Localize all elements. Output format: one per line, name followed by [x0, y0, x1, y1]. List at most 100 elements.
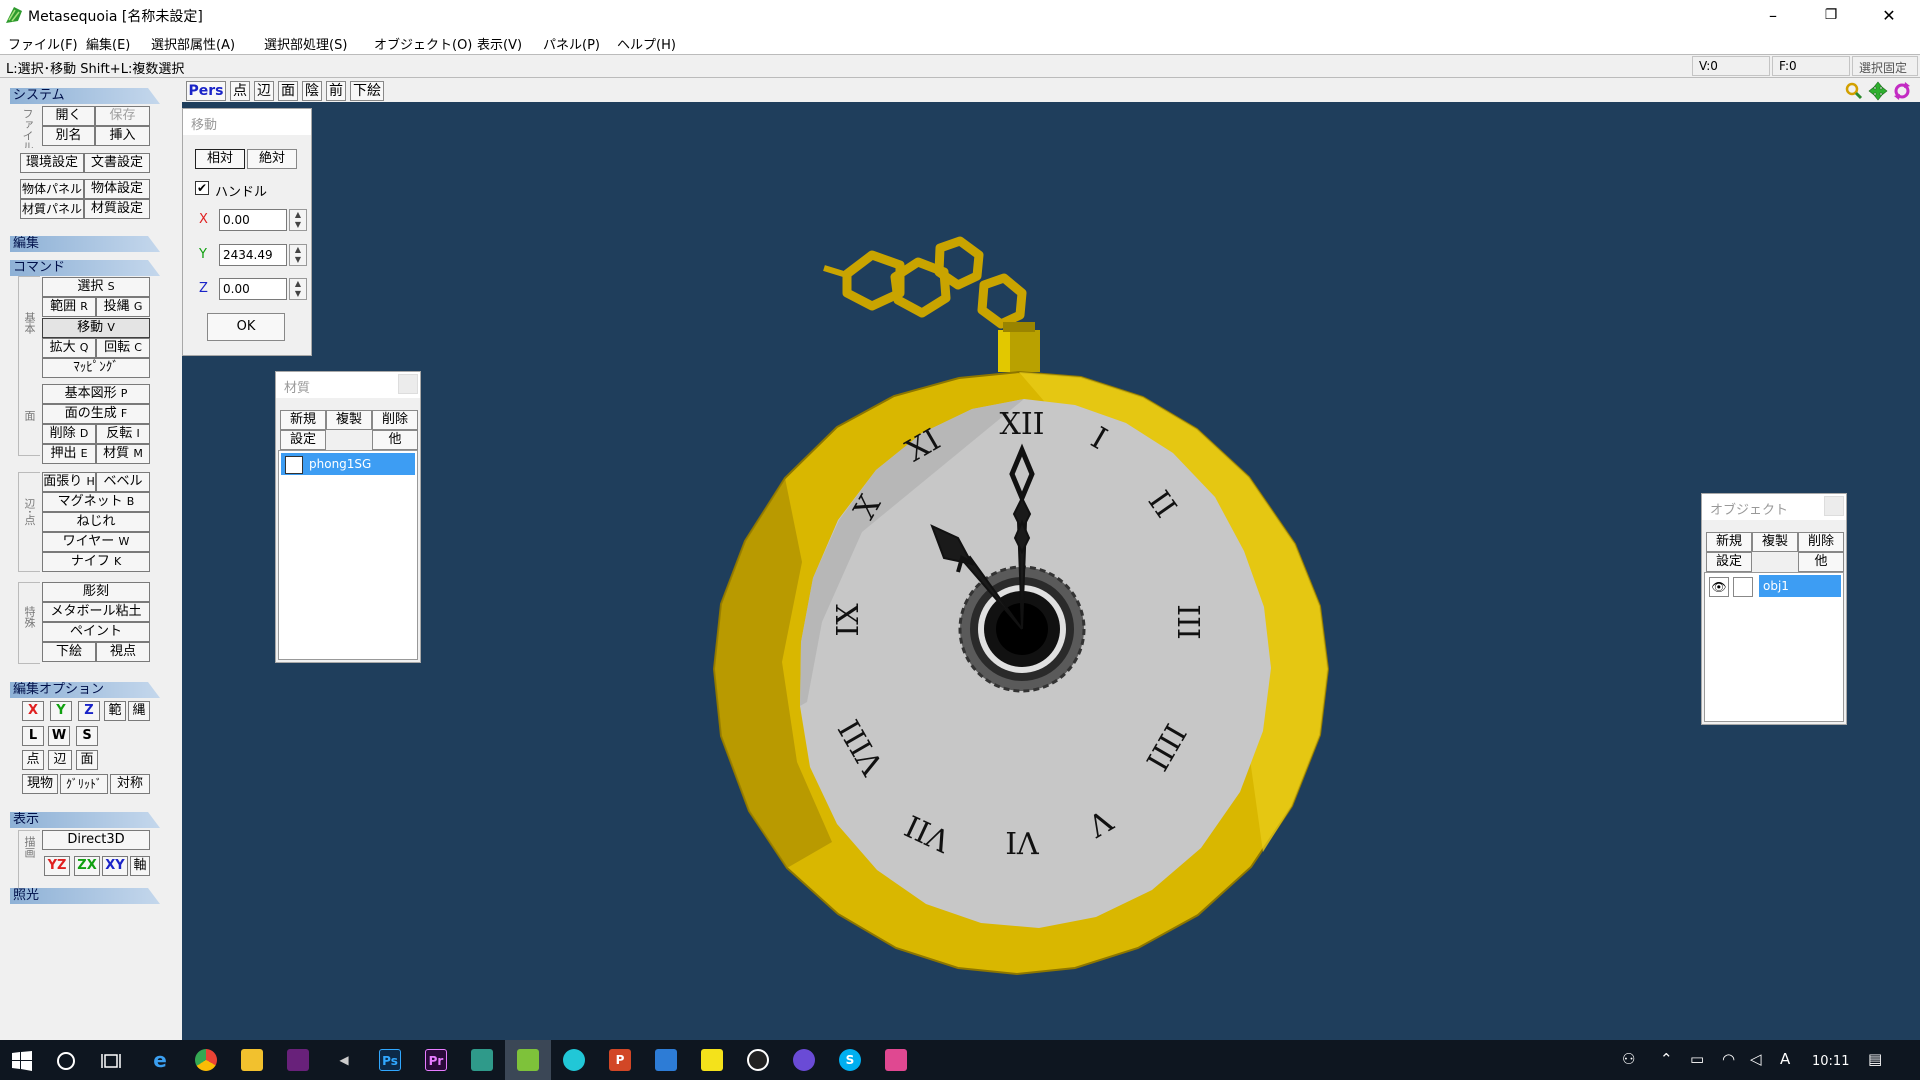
ok-button[interactable]: OK [207, 313, 285, 341]
notes-icon[interactable] [701, 1049, 723, 1071]
z-input[interactable]: 0.00 [219, 278, 287, 300]
windows-start-icon[interactable] [12, 1051, 32, 1071]
menu-object[interactable]: オブジェクト(O) [374, 34, 472, 53]
axis-toggle[interactable]: 軸 [130, 856, 150, 876]
range-button[interactable]: 範囲 R [42, 297, 96, 317]
cortana-icon[interactable] [56, 1051, 76, 1071]
material-settings-button-2[interactable]: 設定 [280, 430, 326, 450]
restore-button[interactable]: ❐ [1802, 0, 1860, 30]
rotate-view-icon[interactable] [1892, 81, 1912, 101]
volume-icon[interactable]: ◁ [1750, 1050, 1762, 1068]
chrome-icon[interactable] [195, 1049, 217, 1071]
menu-edit[interactable]: 編集(E) [86, 34, 130, 53]
screen-coord-toggle[interactable]: S [76, 726, 98, 746]
media-icon[interactable]: ◀ [333, 1049, 355, 1071]
ime-indicator[interactable]: A [1780, 1050, 1790, 1068]
magnet-button[interactable]: マグネット B [42, 492, 150, 512]
perspective-toggle[interactable]: Pers [186, 81, 226, 101]
local-coord-toggle[interactable]: L [22, 726, 44, 746]
menu-panel[interactable]: パネル(P) [543, 34, 600, 53]
menu-select-process[interactable]: 選択部処理(S) [264, 34, 347, 53]
close-button[interactable]: ✕ [1860, 0, 1918, 30]
edit-options-section-header[interactable]: 編集オプション [10, 682, 160, 698]
material-panel-button[interactable]: 材質パネル [20, 199, 84, 219]
selection-lock-button[interactable]: 選択固定 [1852, 56, 1918, 76]
menu-select-attr[interactable]: 選択部属性(A) [151, 34, 235, 53]
show-edge-toggle[interactable]: 辺 [254, 81, 274, 101]
media-player-icon[interactable] [793, 1049, 815, 1071]
menu-help[interactable]: ヘルプ(H) [617, 34, 676, 53]
material-color-swatch[interactable] [285, 456, 303, 474]
material-other-button[interactable]: 他 [372, 430, 418, 450]
battery-icon[interactable]: ▭ [1690, 1050, 1704, 1068]
handle-checkbox[interactable]: ✔ [195, 181, 209, 195]
app-icon[interactable] [471, 1049, 493, 1071]
paint-button[interactable]: ペイント [42, 622, 150, 642]
material-panel-close-icon[interactable] [398, 374, 418, 394]
z-spinner[interactable]: ▲ ▼ [289, 278, 307, 300]
edge-icon[interactable]: e [149, 1049, 171, 1071]
select-button[interactable]: 選択 S [42, 277, 150, 297]
x-input[interactable]: 0.00 [219, 209, 287, 231]
material-new-button[interactable]: 新規 [280, 410, 326, 430]
y-input[interactable]: 2434.49 [219, 244, 287, 266]
visual-studio-icon[interactable] [287, 1049, 309, 1071]
notification-icon[interactable]: ▤ [1868, 1050, 1882, 1068]
command-section-header[interactable]: コマンド [10, 260, 160, 276]
grid-toggle[interactable]: ｸﾞﾘｯﾄﾞ [60, 774, 108, 794]
relative-button[interactable]: 相対 [195, 149, 245, 169]
hidden-toggle[interactable]: 陰 [302, 81, 322, 101]
doc-settings-button[interactable]: 文書設定 [84, 153, 150, 173]
lasso-button[interactable]: 投縄 G [96, 297, 150, 317]
zx-view-toggle[interactable]: ZX [74, 856, 100, 876]
knife-face-button[interactable]: 面張り H [42, 472, 96, 492]
underlay-button[interactable]: 下絵 [42, 642, 96, 662]
show-face-toggle[interactable]: 面 [278, 81, 298, 101]
bevel-button[interactable]: ベベル [96, 472, 150, 492]
lasso-option-toggle[interactable]: 縄 [128, 701, 150, 721]
knife-button[interactable]: ナイフ K [42, 552, 150, 572]
metaball-button[interactable]: メタボール粘土 [42, 602, 150, 622]
photoshop-icon[interactable]: Ps [379, 1049, 401, 1071]
rotate-button[interactable]: 回転 C [96, 338, 150, 358]
object-panel-button[interactable]: 物体パネル [20, 179, 84, 199]
x-spinner[interactable]: ▲ ▼ [289, 209, 307, 231]
object-settings-button[interactable]: 物体設定 [84, 179, 150, 199]
pan-icon[interactable] [1868, 81, 1888, 101]
edge-select-toggle[interactable]: 辺 [48, 750, 72, 770]
symmetry-toggle[interactable]: 対称 [110, 774, 150, 794]
menu-view[interactable]: 表示(V) [477, 34, 522, 53]
lock-x-toggle[interactable]: X [22, 701, 44, 721]
insert-button[interactable]: 挿入 [95, 126, 150, 146]
object-list-item[interactable]: obj1 [1759, 575, 1841, 597]
menu-file[interactable]: ファイル(F) [8, 34, 78, 53]
move-panel-title[interactable]: 移動 [183, 109, 311, 135]
env-settings-button[interactable]: 環境設定 [20, 153, 84, 173]
show-vertex-toggle[interactable]: 点 [230, 81, 250, 101]
metasequoia-icon[interactable] [517, 1049, 539, 1071]
renderer-button[interactable]: Direct3D [42, 830, 150, 850]
viewpoint-button[interactable]: 視点 [96, 642, 150, 662]
face-gen-button[interactable]: 面の生成 F [42, 404, 150, 424]
underlay-toggle[interactable]: 下絵 [350, 81, 384, 101]
open-button[interactable]: 開く [42, 106, 95, 126]
xy-view-toggle[interactable]: XY [102, 856, 128, 876]
display-section-header[interactable]: 表示 [10, 812, 160, 828]
move-button[interactable]: 移動 V [42, 318, 150, 338]
lock-z-toggle[interactable]: Z [78, 701, 100, 721]
skype-icon[interactable]: S [839, 1049, 861, 1071]
wire-button[interactable]: ワイヤー W [42, 532, 150, 552]
object-new-button[interactable]: 新規 [1706, 532, 1752, 552]
material-settings-button[interactable]: 材質設定 [84, 199, 150, 219]
lighting-section-header[interactable]: 照光 [10, 888, 160, 904]
task-view-icon[interactable] [101, 1051, 121, 1071]
material-delete-button[interactable]: 削除 [372, 410, 418, 430]
world-coord-toggle[interactable]: W [48, 726, 70, 746]
unreal-icon[interactable] [747, 1049, 769, 1071]
object-settings-button[interactable]: 設定 [1706, 552, 1752, 572]
people-icon[interactable]: ⚇ [1622, 1050, 1635, 1068]
system-section-header[interactable]: システム [10, 88, 160, 104]
edit-section-header[interactable]: 編集 [10, 236, 160, 252]
3d-viewport[interactable]: XII I II III IIII V VI VII VIII IX X XI [182, 102, 1920, 1040]
flip-button[interactable]: 反転 I [96, 424, 150, 444]
